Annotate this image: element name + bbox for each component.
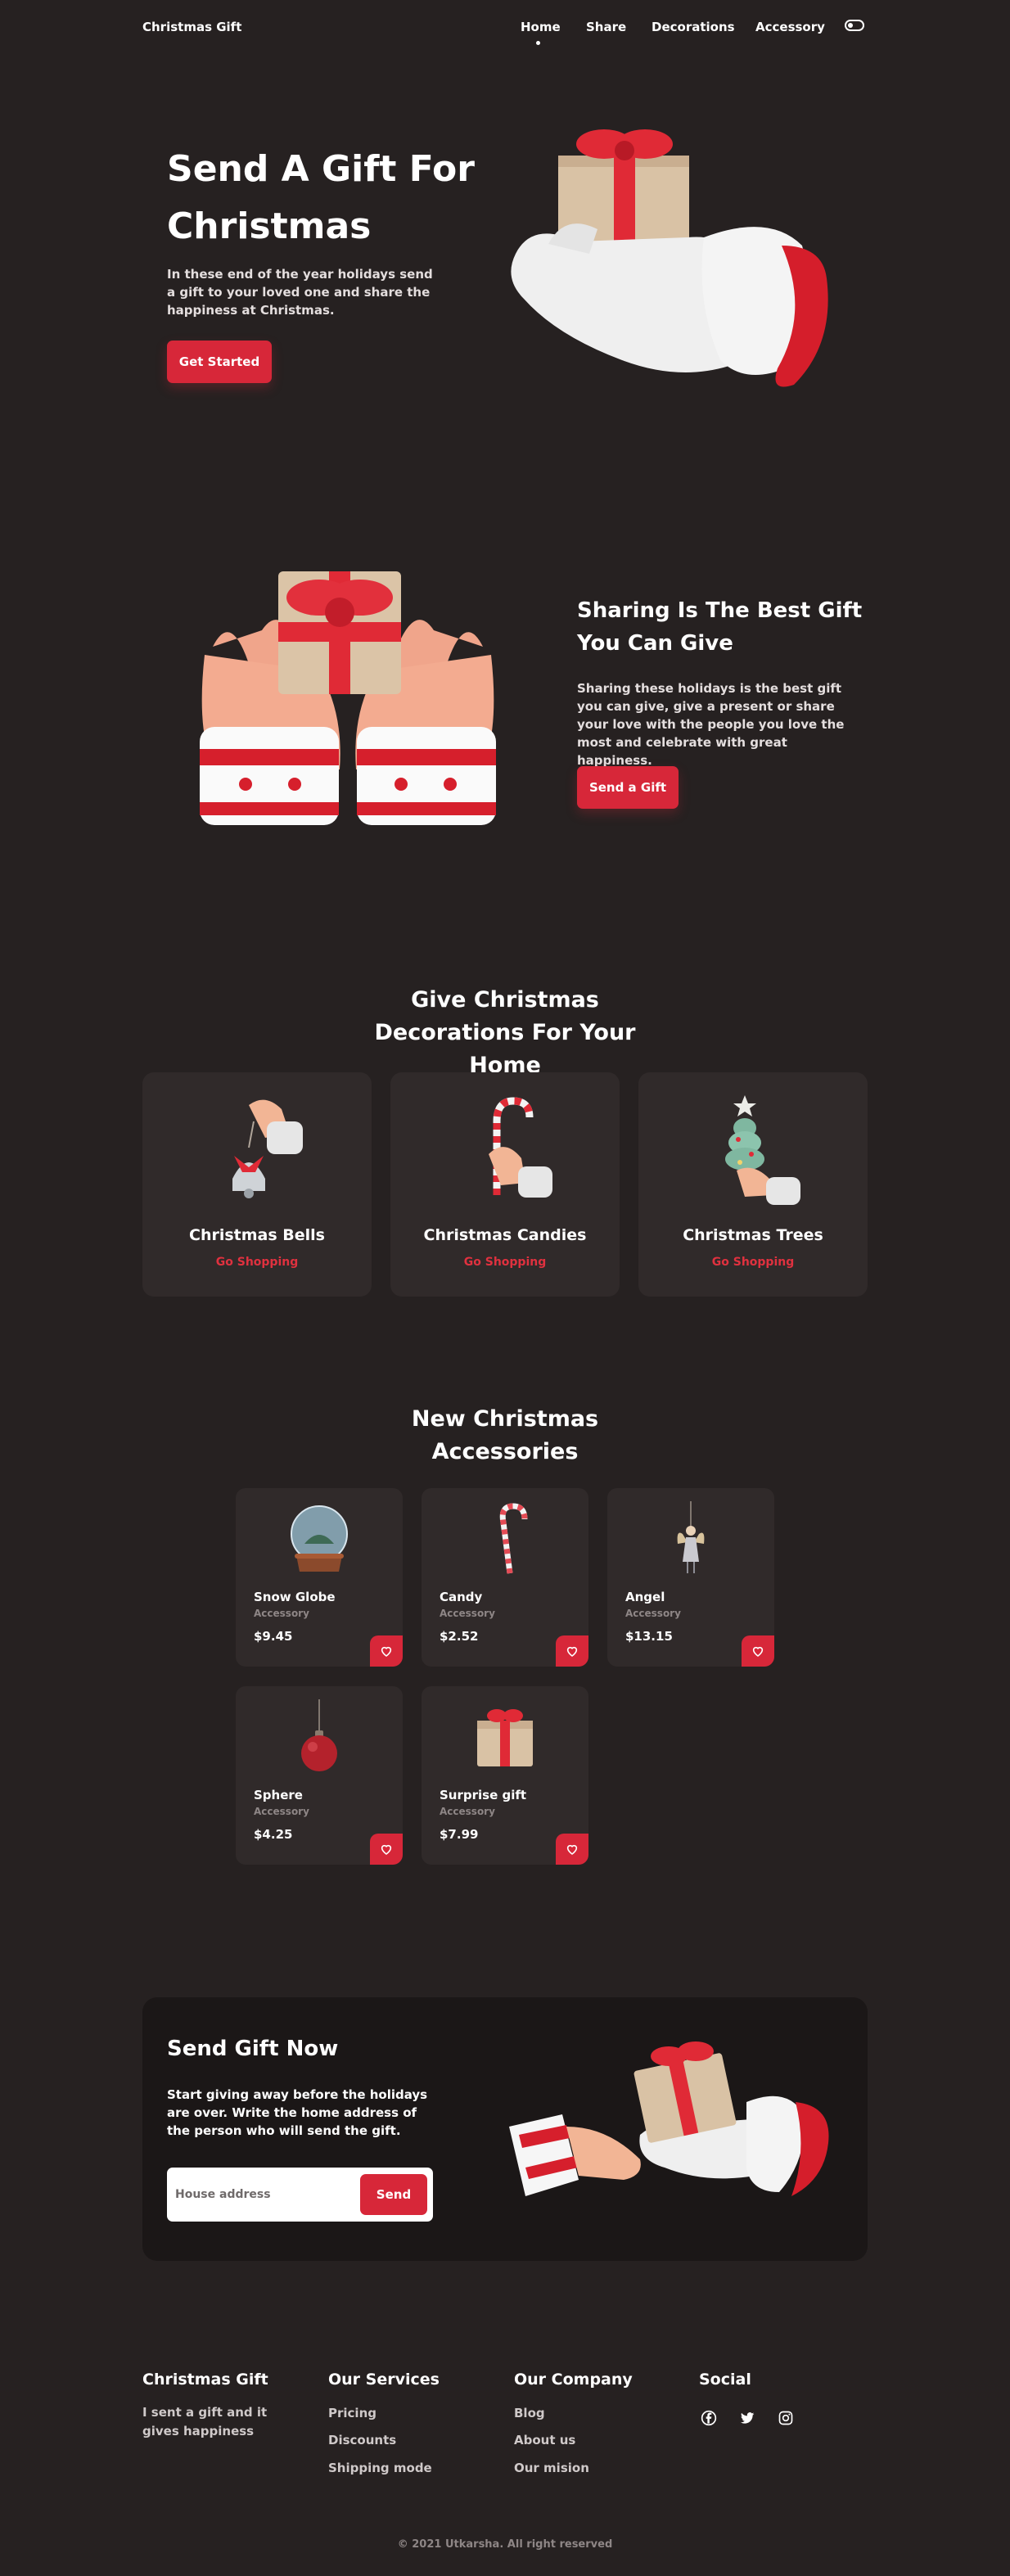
product-category: Accessory [440,1806,495,1817]
hero-title: Send A Gift For Christmas [167,148,475,247]
snow-globe-icon [291,1505,348,1572]
footer-link-about[interactable]: About us [514,2433,575,2447]
gift-box-icon [477,1709,533,1766]
hands-holding-gift-icon [200,571,496,825]
product-price: $9.45 [254,1629,293,1644]
house-address-input[interactable] [175,2177,351,2212]
accessory-card[interactable]: Candy Accessory $2.52 [422,1488,588,1667]
footer-services-title: Our Services [328,2371,440,2389]
product-name: Surprise gift [440,1788,527,1802]
decoration-card-bells[interactable]: Christmas Bells Go Shopping [142,1072,372,1297]
product-category: Accessory [254,1806,309,1817]
heart-icon [381,1844,392,1855]
footer-link-blog[interactable]: Blog [514,2406,545,2420]
product-name: Sphere [254,1788,303,1802]
go-shopping-link[interactable]: Go Shopping [638,1256,868,1269]
send-gift-description: Start giving away before the holidays ar… [167,2087,428,2138]
footer-brand: Christmas Gift [142,2371,268,2389]
instagram-icon[interactable] [776,2408,796,2428]
favorite-button[interactable] [742,1635,774,1667]
sphere-ornament-icon [301,1699,337,1771]
nav-active-indicator [536,41,540,45]
footer-company-title: Our Company [514,2371,633,2389]
send-button[interactable]: Send [360,2174,427,2215]
footer-link-discounts[interactable]: Discounts [328,2433,396,2447]
get-started-button[interactable]: Get Started [167,341,272,383]
product-name: Candy [440,1590,483,1604]
hand-holding-candy-cane-icon [489,1097,552,1198]
product-name: Snow Globe [254,1590,336,1604]
product-price: $7.99 [440,1827,479,1842]
nav-decorations[interactable]: Decorations [652,20,735,34]
product-category: Accessory [440,1608,495,1619]
nav-home[interactable]: Home [521,20,561,34]
product-price: $2.52 [440,1629,479,1644]
heart-icon [566,1844,578,1855]
angel-ornament-icon [677,1501,705,1573]
gloved-hand-holding-gift-icon [511,129,828,387]
share-description: Sharing these holidays is the best gift … [577,681,845,768]
hero-description: In these end of the year holidays send a… [167,267,433,318]
product-category: Accessory [625,1608,681,1619]
nav-share[interactable]: Share [586,20,626,34]
favorite-button[interactable] [370,1834,403,1865]
send-gift-title: Send Gift Now [167,2037,339,2061]
decoration-card-trees[interactable]: Christmas Trees Go Shopping [638,1072,868,1297]
facebook-icon[interactable] [699,2408,719,2428]
theme-toggle-icon[interactable] [845,20,864,31]
favorite-button[interactable] [556,1834,588,1865]
heart-icon [752,1646,764,1657]
footer-tagline: I sent a gift and it gives happiness [142,2405,268,2438]
heart-icon [566,1646,578,1657]
decoration-name: Christmas Bells [189,1226,325,1244]
product-name: Angel [625,1590,665,1604]
footer-link-pricing[interactable]: Pricing [328,2406,376,2420]
favorite-button[interactable] [556,1635,588,1667]
candy-cane-icon [499,1503,528,1574]
decoration-card-candies[interactable]: Christmas Candies Go Shopping [390,1072,620,1297]
go-shopping-link[interactable]: Go Shopping [142,1256,372,1269]
heart-icon [381,1646,392,1657]
footer-social-title: Social [699,2371,751,2389]
address-form: Send [167,2168,433,2222]
twitter-icon[interactable] [737,2408,757,2428]
hand-holding-bell-icon [232,1099,303,1198]
copyright-text: © 2021 Utkarsha. All right reserved [397,2538,613,2551]
accessory-card[interactable]: Sphere Accessory $4.25 [236,1686,403,1865]
decoration-name: Christmas Candies [423,1226,587,1244]
brand-logo[interactable]: Christmas Gift [142,20,241,34]
decorations-title: Give Christmas Decorations For Your Home [374,987,636,1078]
accessory-card[interactable]: Snow Globe Accessory $9.45 [236,1488,403,1667]
nav-accessory[interactable]: Accessory [755,20,825,34]
product-price: $13.15 [625,1629,673,1644]
footer-link-mission[interactable]: Our mision [514,2461,589,2475]
hands-exchanging-gift-icon [509,2041,829,2196]
favorite-button[interactable] [370,1635,403,1667]
share-title: Sharing Is The Best Gift You Can Give [577,598,863,656]
accessory-card[interactable]: Surprise gift Accessory $7.99 [422,1686,588,1865]
hand-holding-tree-icon [725,1095,800,1205]
footer-link-shipping[interactable]: Shipping mode [328,2461,432,2475]
product-price: $4.25 [254,1827,293,1842]
accessory-card[interactable]: Angel Accessory $13.15 [607,1488,774,1667]
send-a-gift-button[interactable]: Send a Gift [577,766,679,809]
product-category: Accessory [254,1608,309,1619]
accessories-title: New Christmas Accessories [411,1406,599,1464]
go-shopping-link[interactable]: Go Shopping [390,1256,620,1269]
decoration-name: Christmas Trees [683,1226,823,1244]
toggle-knob [848,23,853,28]
